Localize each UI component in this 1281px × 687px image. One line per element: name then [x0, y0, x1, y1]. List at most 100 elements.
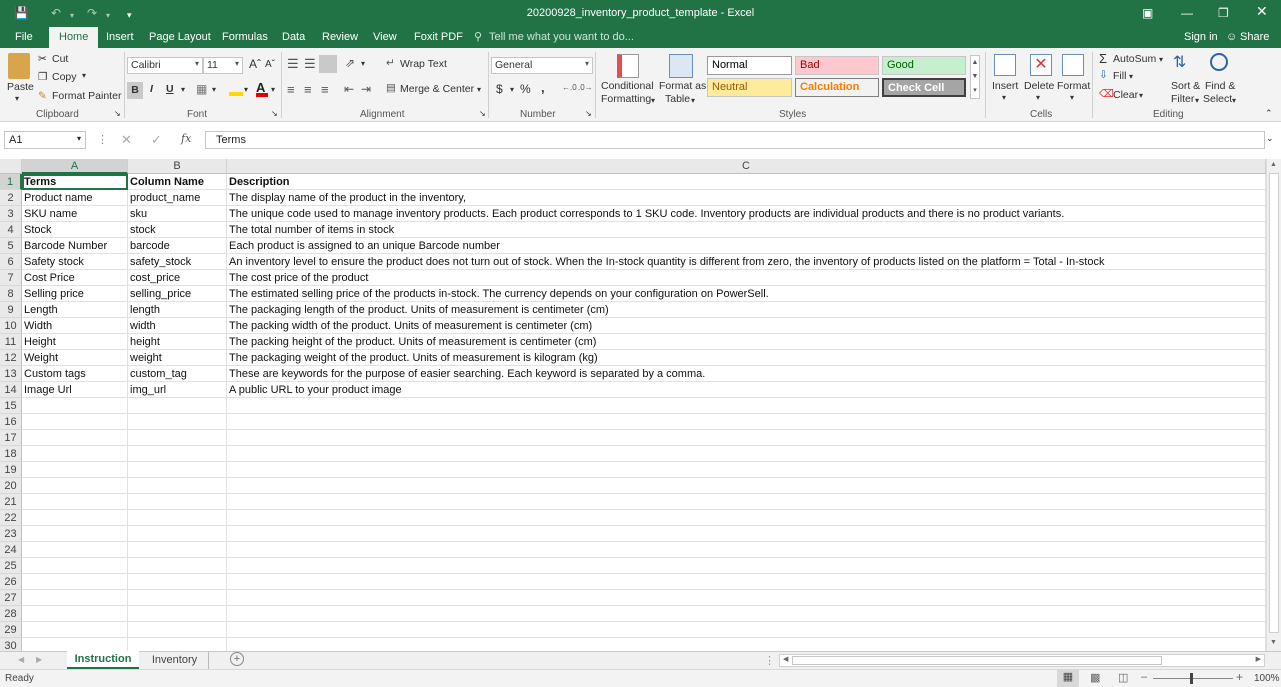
decrease-decimal-icon[interactable]: .0→: [578, 83, 593, 92]
cell-c30[interactable]: [227, 638, 1266, 651]
clear-dropdown-icon[interactable]: ▾: [1139, 91, 1143, 100]
bold-button[interactable]: B: [127, 82, 143, 99]
style-calculation[interactable]: Calculation: [795, 78, 879, 97]
format-as-table-dropdown-icon[interactable]: ▾: [691, 96, 695, 105]
cell-c17[interactable]: [227, 430, 1266, 446]
cell-c22[interactable]: [227, 510, 1266, 526]
cell-c24[interactable]: [227, 542, 1266, 558]
cell-a12[interactable]: Weight: [22, 350, 128, 366]
tab-home[interactable]: Home: [49, 27, 99, 48]
cell-a29[interactable]: [22, 622, 128, 638]
page-break-view-icon[interactable]: ◫: [1118, 671, 1128, 684]
increase-font-icon[interactable]: Aˆ: [249, 57, 261, 71]
cell-c19[interactable]: [227, 462, 1266, 478]
new-sheet-icon[interactable]: +: [230, 652, 244, 666]
tab-split-handle-icon[interactable]: ⋮: [764, 654, 775, 667]
tab-data[interactable]: Data: [282, 30, 305, 45]
horizontal-scroll-thumb[interactable]: [792, 656, 1162, 665]
paste-dropdown-icon[interactable]: ▾: [15, 94, 19, 103]
row-header[interactable]: 19: [0, 462, 22, 478]
cell-c27[interactable]: [227, 590, 1266, 606]
align-center-icon[interactable]: ≡: [304, 82, 312, 97]
column-header-b[interactable]: B: [128, 159, 227, 174]
zoom-in-icon[interactable]: +: [1236, 670, 1243, 684]
cell-a15[interactable]: [22, 398, 128, 414]
row-header[interactable]: 30: [0, 638, 22, 651]
cell-b11[interactable]: height: [128, 334, 227, 350]
cell-c23[interactable]: [227, 526, 1266, 542]
cell-b29[interactable]: [128, 622, 227, 638]
cell-b5[interactable]: barcode: [128, 238, 227, 254]
row-header[interactable]: 6: [0, 254, 22, 270]
style-bad[interactable]: Bad: [795, 56, 879, 75]
underline-dropdown-icon[interactable]: ▾: [181, 85, 185, 94]
row-header[interactable]: 3: [0, 206, 22, 222]
share-button[interactable]: Share: [1240, 30, 1269, 45]
row-header[interactable]: 21: [0, 494, 22, 510]
column-header-c[interactable]: C: [227, 159, 1266, 174]
row-header[interactable]: 22: [0, 510, 22, 526]
font-launcher-icon[interactable]: ↘: [271, 109, 278, 118]
cell-c1[interactable]: Description: [227, 174, 1266, 190]
cell-a5[interactable]: Barcode Number: [22, 238, 128, 254]
row-header[interactable]: 1: [0, 174, 22, 190]
cell-c11[interactable]: The packing height of the product. Units…: [227, 334, 1266, 350]
borders-icon[interactable]: ▦: [196, 82, 207, 96]
style-neutral[interactable]: Neutral: [707, 78, 792, 97]
cell-a10[interactable]: Width: [22, 318, 128, 334]
formula-input[interactable]: Terms: [205, 131, 1265, 149]
increase-indent-icon[interactable]: ⇥: [361, 82, 371, 96]
vertical-scrollbar[interactable]: ▲ ▼: [1266, 159, 1281, 651]
paste-icon[interactable]: [8, 53, 30, 79]
cell-a1[interactable]: Terms: [22, 174, 128, 190]
tab-formulas[interactable]: Formulas: [222, 30, 268, 45]
align-middle-icon[interactable]: ☰: [304, 56, 316, 72]
cell-b16[interactable]: [128, 414, 227, 430]
cell-b6[interactable]: safety_stock: [128, 254, 227, 270]
alignment-launcher-icon[interactable]: ↘: [479, 109, 486, 118]
cell-a11[interactable]: Height: [22, 334, 128, 350]
cell-c9[interactable]: The packaging length of the product. Uni…: [227, 302, 1266, 318]
insert-function-icon[interactable]: fx: [181, 132, 191, 145]
cell-c28[interactable]: [227, 606, 1266, 622]
cell-c15[interactable]: [227, 398, 1266, 414]
row-header[interactable]: 17: [0, 430, 22, 446]
sort-filter-label-2[interactable]: Filter: [1171, 93, 1194, 105]
cell-c20[interactable]: [227, 478, 1266, 494]
cell-a26[interactable]: [22, 574, 128, 590]
autosum-dropdown-icon[interactable]: ▾: [1159, 55, 1163, 64]
align-top-icon[interactable]: ☰: [287, 56, 299, 72]
cell-b27[interactable]: [128, 590, 227, 606]
row-header[interactable]: 26: [0, 574, 22, 590]
number-format-combo[interactable]: General ▾: [491, 57, 593, 74]
column-header-a[interactable]: A: [22, 159, 128, 174]
style-good[interactable]: Good: [882, 56, 966, 75]
fill-color-dropdown-icon[interactable]: ▾: [244, 85, 248, 94]
cell-a20[interactable]: [22, 478, 128, 494]
sign-in-link[interactable]: Sign in: [1184, 30, 1218, 45]
ribbon-display-options-icon[interactable]: ▣: [1142, 5, 1153, 21]
zoom-slider[interactable]: [1153, 678, 1233, 679]
cell-a6[interactable]: Safety stock: [22, 254, 128, 270]
row-header[interactable]: 12: [0, 350, 22, 366]
cell-b4[interactable]: stock: [128, 222, 227, 238]
cell-c21[interactable]: [227, 494, 1266, 510]
cell-b28[interactable]: [128, 606, 227, 622]
scroll-up-icon[interactable]: ▲: [1270, 161, 1277, 168]
tab-page-layout[interactable]: Page Layout: [149, 30, 211, 45]
cell-a17[interactable]: [22, 430, 128, 446]
expand-formula-bar-icon[interactable]: ⌄: [1266, 133, 1274, 144]
cell-a13[interactable]: Custom tags: [22, 366, 128, 382]
borders-dropdown-icon[interactable]: ▾: [212, 85, 216, 94]
number-launcher-icon[interactable]: ↘: [585, 109, 592, 118]
normal-view-icon[interactable]: ▦: [1057, 670, 1079, 687]
row-header[interactable]: 9: [0, 302, 22, 318]
copy-button[interactable]: Copy: [52, 71, 77, 83]
tab-review[interactable]: Review: [322, 30, 358, 45]
cell-c25[interactable]: [227, 558, 1266, 574]
zoom-slider-thumb[interactable]: [1190, 673, 1193, 684]
comma-button[interactable]: ,: [541, 80, 545, 95]
row-header[interactable]: 14: [0, 382, 22, 398]
conditional-formatting-label-2[interactable]: Formatting: [601, 93, 651, 105]
cell-b19[interactable]: [128, 462, 227, 478]
